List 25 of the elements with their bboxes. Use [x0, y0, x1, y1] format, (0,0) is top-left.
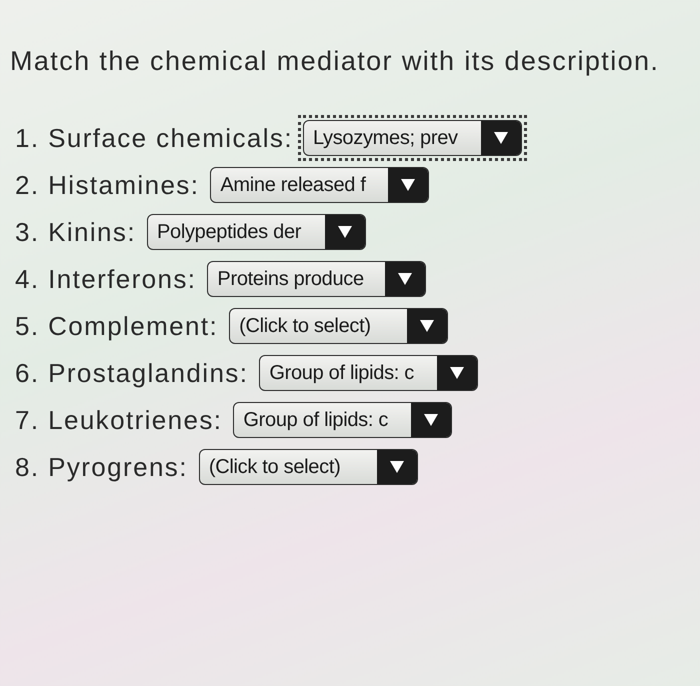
answer-dropdown[interactable]: Group of lipids: c — [259, 355, 478, 391]
caret-icon — [407, 309, 448, 343]
answer-dropdown[interactable]: Group of lipids: c — [233, 402, 452, 438]
answer-dropdown[interactable]: Lysozymes; prev — [302, 120, 522, 156]
caret-icon — [324, 215, 365, 249]
item-label: 8. Pyrogrens: — [15, 451, 188, 483]
answer-dropdown[interactable]: Proteins produce — [207, 261, 426, 297]
item-label: 6. Prostaglandins: — [15, 357, 248, 389]
caret-icon — [411, 403, 452, 437]
item-label: 1. Surface chemicals: — [15, 122, 293, 154]
answer-dropdown[interactable]: (Click to select) — [198, 449, 418, 485]
item-label: 7. Leukotrienes: — [15, 404, 222, 436]
item-label: 2. Histamines: — [15, 169, 200, 201]
answer-dropdown[interactable]: (Click to select) — [229, 308, 448, 344]
item-label: 4. Interferons: — [15, 263, 196, 295]
caret-icon — [437, 356, 478, 390]
caret-icon — [376, 450, 417, 484]
item-label: 3. Kinins: — [15, 216, 136, 248]
answer-dropdown[interactable]: Amine released f — [210, 167, 430, 203]
caret-icon — [388, 168, 428, 202]
question-title: Match the chemical mediator with its description. — [10, 45, 660, 78]
caret-icon — [480, 121, 521, 155]
answer-dropdown[interactable]: Polypeptides der — [146, 214, 366, 250]
item-label: 5. Complement: — [15, 310, 218, 342]
caret-icon — [385, 262, 426, 296]
